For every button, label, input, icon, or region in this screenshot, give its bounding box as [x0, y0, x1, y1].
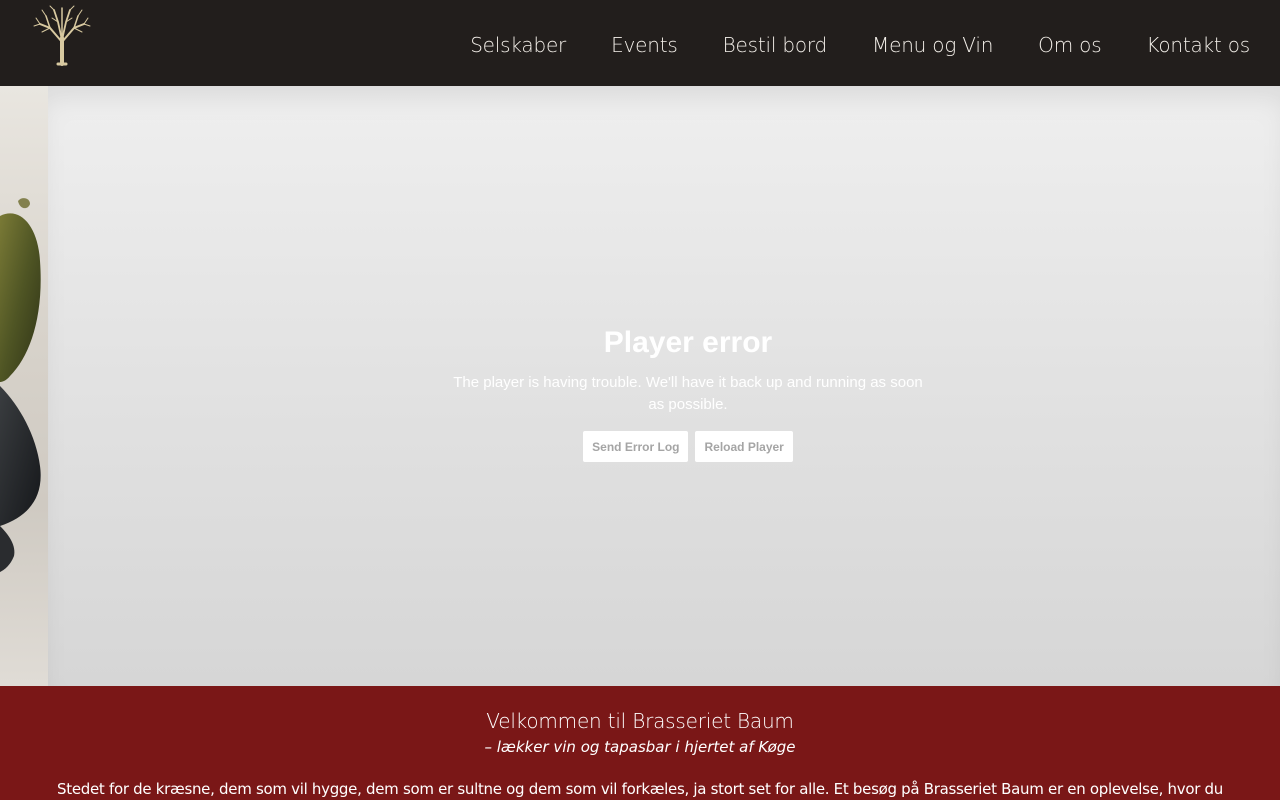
- site-header: Selskaber Events Bestil bord Menu og Vin…: [0, 0, 1280, 86]
- nav-item-kontakt-os[interactable]: Kontakt os: [1146, 33, 1250, 57]
- welcome-body-text: Stedet for de kræsne, dem som vil hygge,…: [57, 780, 1223, 798]
- nav-item-events[interactable]: Events: [611, 33, 678, 57]
- reload-player-button[interactable]: Reload Player: [695, 431, 793, 462]
- nav-item-om-os[interactable]: Om os: [1038, 33, 1101, 57]
- hero-section: Player error The player is having troubl…: [0, 86, 1280, 686]
- send-error-log-button[interactable]: Send Error Log: [583, 431, 689, 462]
- tree-logo-icon[interactable]: [28, 4, 96, 66]
- player-error: Player error The player is having troubl…: [0, 326, 1280, 462]
- nav-item-menu-og-vin[interactable]: Menu og Vin: [872, 33, 993, 57]
- nav-item-bestil-bord[interactable]: Bestil bord: [723, 33, 828, 57]
- welcome-title: Velkommen til Brasseriet Baum: [486, 709, 794, 733]
- welcome-subtitle: – lækker vin og tapasbar i hjertet af Kø…: [484, 738, 796, 756]
- nav-item-selskaber[interactable]: Selskaber: [470, 33, 566, 57]
- main-nav: Selskaber Events Bestil bord Menu og Vin…: [470, 0, 1250, 86]
- player-error-title: Player error: [603, 326, 773, 359]
- player-error-actions: Send Error Log Reload Player: [48, 431, 1280, 462]
- welcome-section: Velkommen til Brasseriet Baum – lækker v…: [0, 686, 1280, 800]
- player-error-message: The player is having trouble. We'll have…: [453, 374, 923, 413]
